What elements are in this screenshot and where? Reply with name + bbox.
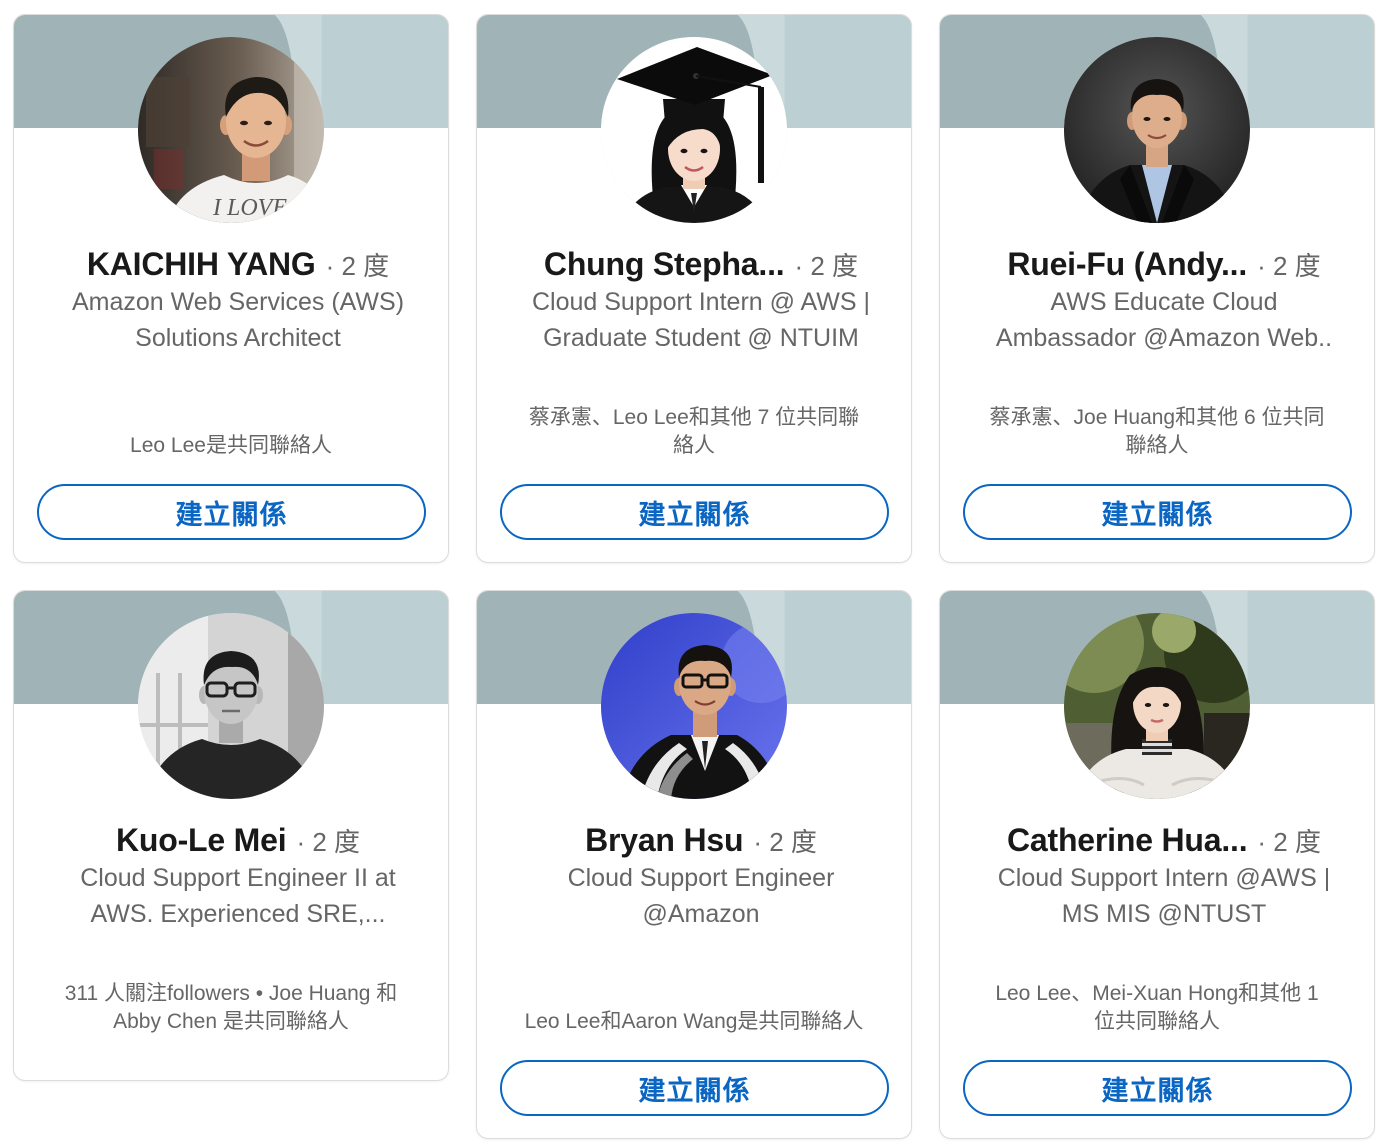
profile-photo-image	[601, 37, 787, 223]
headline-line: Cloud Support Intern @AWS |	[997, 864, 1331, 892]
connect-button[interactable]: 建立關係	[963, 1060, 1352, 1116]
shirt-print-text: I LOVE	[212, 195, 287, 221]
profile-headline: Amazon Web Services (AWS) Solutions Arch…	[38, 284, 424, 356]
connection-degree: · 2 度	[794, 251, 859, 281]
profile-name-link[interactable]: Chung Stepha...	[544, 244, 785, 284]
headline-line: Amazon Web Services (AWS)	[71, 288, 405, 316]
profile-card: Chung Stepha... · 2 度 Cloud Support Inte…	[476, 14, 912, 563]
name-row: Kuo-Le Mei · 2 度	[14, 820, 448, 860]
profile-photo[interactable]: I LOVE	[138, 37, 324, 223]
mutual-connections-line: Leo Lee、Mei-Xuan Hong和其他 1	[995, 982, 1319, 1005]
headline-line: Cloud Support Engineer	[567, 864, 835, 892]
name-row: Bryan Hsu · 2 度	[477, 820, 911, 860]
mutual-connections: 311 人關注followers • Joe Huang 和 Abby Chen…	[28, 980, 434, 1036]
profile-card: Kuo-Le Mei · 2 度 Cloud Support Engineer …	[13, 590, 449, 1081]
mutual-connections: Leo Lee是共同聯絡人	[28, 404, 434, 460]
headline-line: Ambassador @Amazon Web..	[995, 324, 1333, 352]
profile-photo-image: I LOVE	[138, 37, 324, 223]
profile-photo[interactable]	[1064, 613, 1250, 799]
name-row: Catherine Hua... · 2 度	[940, 820, 1374, 860]
headline-line: Cloud Support Engineer II at	[80, 864, 396, 892]
mutual-connections-line: 311 人關注followers • Joe Huang 和	[64, 982, 398, 1005]
mutual-connections: Leo Lee和Aaron Wang是共同聯絡人	[491, 980, 897, 1036]
profile-photo-image	[1064, 37, 1250, 223]
headline-line: Graduate Student @ NTUIM	[543, 324, 859, 352]
headline-line: AWS. Experienced SRE,...	[90, 900, 386, 928]
connect-button[interactable]: 建立關係	[37, 484, 426, 540]
headline-line: AWS Educate Cloud	[1050, 288, 1278, 316]
connect-button[interactable]: 建立關係	[500, 484, 889, 540]
profile-photo-image	[601, 613, 787, 799]
profile-card: Catherine Hua... · 2 度 Cloud Support Int…	[939, 590, 1375, 1139]
profile-photo[interactable]	[138, 613, 324, 799]
headline-line: MS MIS @NTUST	[1061, 900, 1267, 928]
profile-photo[interactable]	[1064, 37, 1250, 223]
profile-photo-image	[1064, 613, 1250, 799]
profile-headline: AWS Educate Cloud Ambassador @Amazon Web…	[964, 284, 1350, 356]
mutual-connections-line: 蔡承憲、Leo Lee和其他 7 位共同聯	[528, 406, 860, 429]
profile-photo[interactable]	[601, 37, 787, 223]
mutual-connections-line: 位共同聯絡人	[1094, 1010, 1220, 1033]
headline-line: Solutions Architect	[135, 324, 341, 352]
headline-line: Cloud Support Intern @ AWS |	[531, 288, 871, 316]
mutual-connections-line: Abby Chen 是共同聯絡人	[113, 1010, 349, 1033]
profile-name-link[interactable]: KAICHIH YANG	[87, 244, 316, 284]
connection-degree: · 2 度	[753, 827, 817, 857]
mutual-connections-line: 聯絡人	[1125, 434, 1189, 457]
connect-button[interactable]: 建立關係	[500, 1060, 889, 1116]
headline-line: @Amazon	[642, 900, 760, 928]
profile-name-link[interactable]: Catherine Hua...	[1007, 820, 1248, 860]
profile-headline: Cloud Support Engineer II at AWS. Experi…	[38, 860, 424, 932]
profile-headline: Cloud Support Intern @ AWS | Graduate St…	[501, 284, 887, 356]
profile-photo[interactable]	[601, 613, 787, 799]
name-row: KAICHIH YANG · 2 度	[14, 244, 448, 284]
profile-card: Ruei-Fu (Andy... · 2 度 AWS Educate Cloud…	[939, 14, 1375, 563]
name-row: Chung Stepha... · 2 度	[477, 244, 911, 284]
connect-button[interactable]: 建立關係	[963, 484, 1352, 540]
connection-degree: · 2 度	[1257, 827, 1321, 857]
profile-name-link[interactable]: Kuo-Le Mei	[116, 820, 287, 860]
mutual-connections-line: Leo Lee和Aaron Wang是共同聯絡人	[524, 1010, 864, 1033]
mutual-connections: Leo Lee、Mei-Xuan Hong和其他 1 位共同聯絡人	[954, 980, 1360, 1036]
mutual-connections-line: 蔡承憲、Joe Huang和其他 6 位共同	[989, 406, 1325, 429]
mutual-connections-line: 絡人	[673, 434, 715, 457]
mutual-connections: 蔡承憲、Joe Huang和其他 6 位共同 聯絡人	[954, 404, 1360, 460]
connection-degree: · 2 度	[1257, 251, 1321, 281]
profile-name-link[interactable]: Ruei-Fu (Andy...	[1007, 244, 1247, 284]
profile-name-link[interactable]: Bryan Hsu	[585, 820, 743, 860]
name-row: Ruei-Fu (Andy... · 2 度	[940, 244, 1374, 284]
mutual-connections: 蔡承憲、Leo Lee和其他 7 位共同聯 絡人	[491, 404, 897, 460]
profile-photo-image	[138, 613, 324, 799]
profile-card: Bryan Hsu · 2 度 Cloud Support Engineer @…	[476, 590, 912, 1139]
connection-degree: · 2 度	[296, 827, 361, 857]
connection-degree: · 2 度	[325, 251, 390, 281]
profile-headline: Cloud Support Engineer @Amazon	[501, 860, 887, 932]
mutual-connections-line: Leo Lee是共同聯絡人	[130, 434, 332, 457]
profile-card: I LOVE KAICHIH YANG · 2 度 Amazon Web Ser…	[13, 14, 449, 563]
profile-headline: Cloud Support Intern @AWS | MS MIS @NTUS…	[964, 860, 1350, 932]
